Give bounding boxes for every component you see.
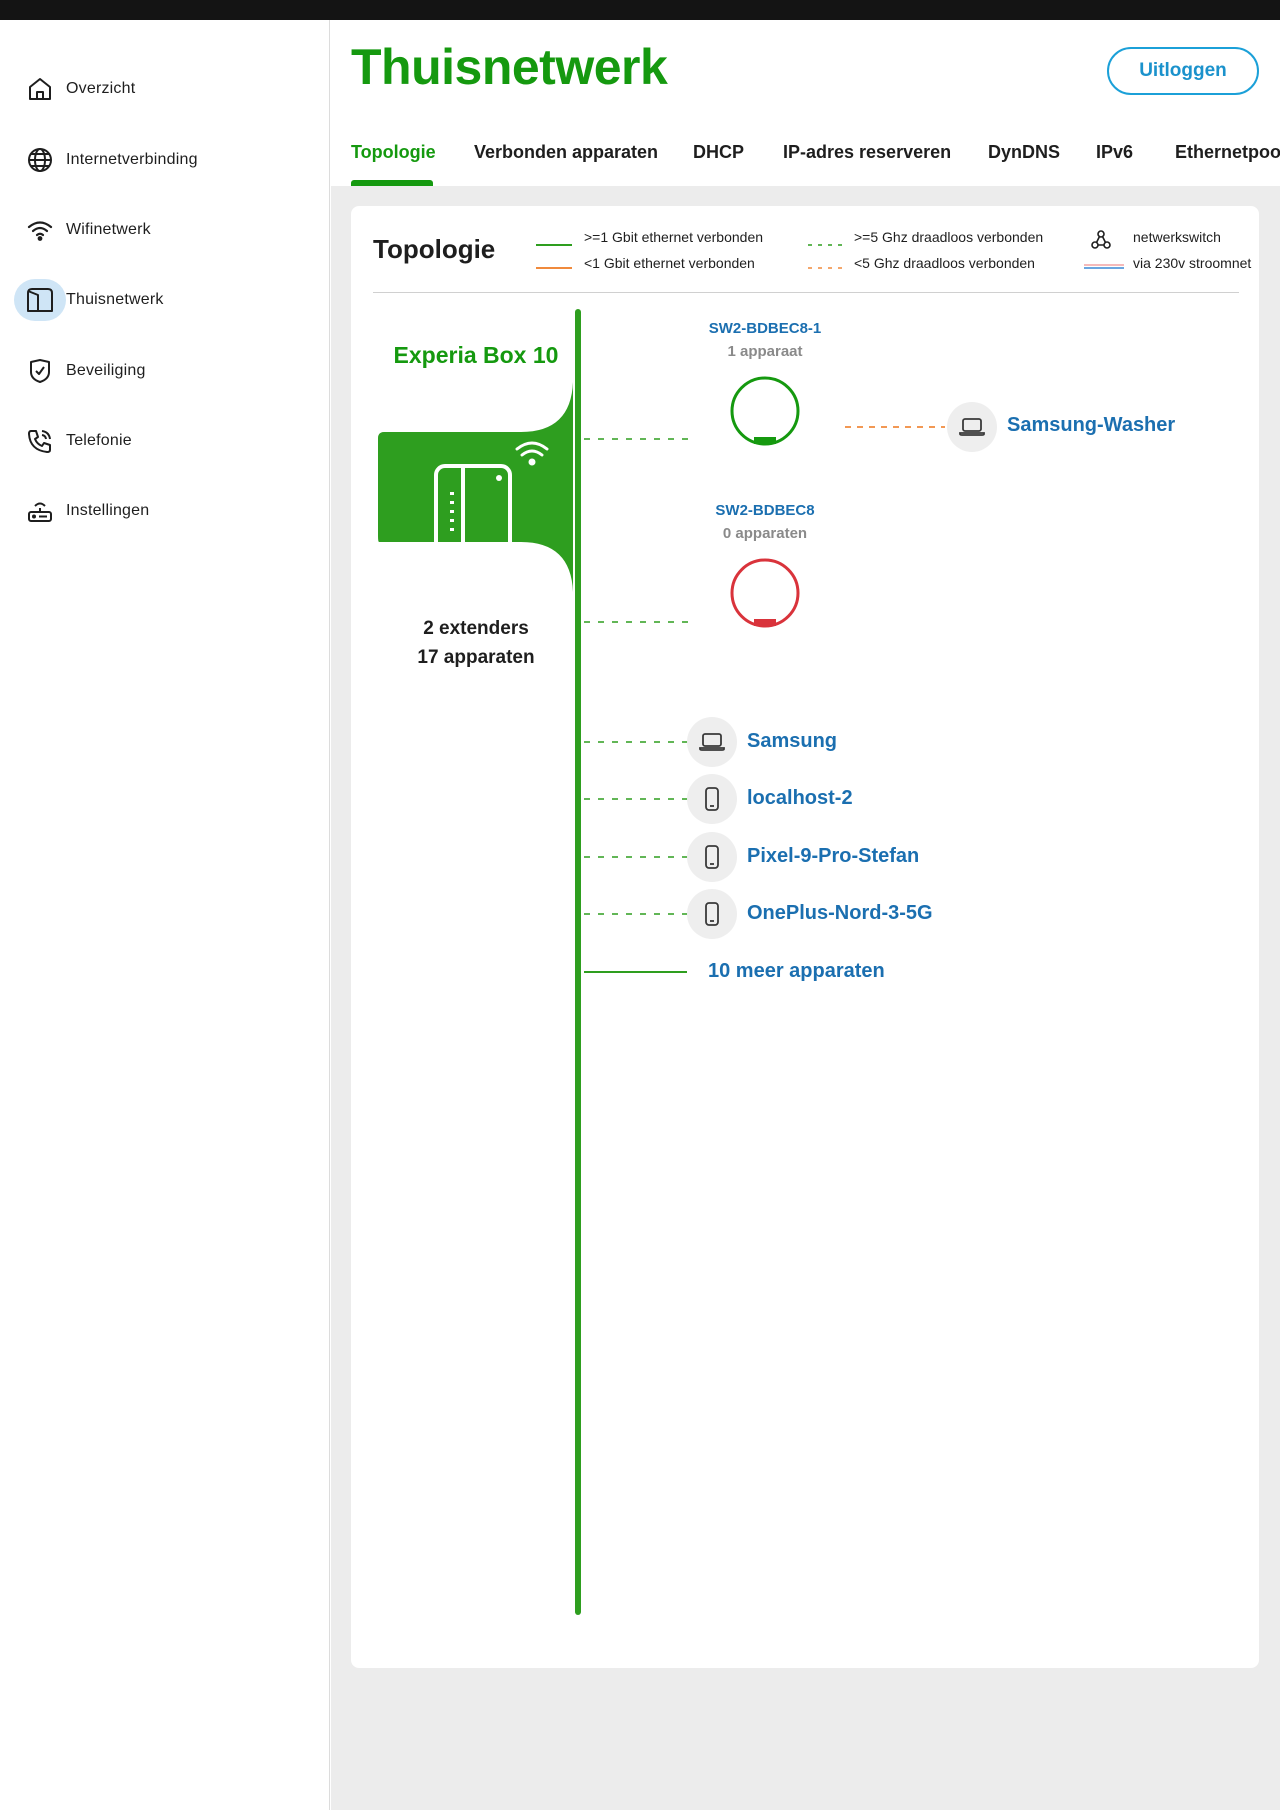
sidebar-item-label: Thuisnetwerk bbox=[66, 291, 164, 308]
extender-name[interactable]: SW2-BDBEC8-1 bbox=[665, 320, 865, 337]
tab-bar: Topologie Verbonden apparaten DHCP IP-ad… bbox=[331, 130, 1280, 186]
shield-icon bbox=[14, 350, 66, 392]
box-stats: 2 extenders 17 apparaten bbox=[351, 614, 601, 672]
phone-device-icon bbox=[687, 889, 737, 939]
phone-icon bbox=[14, 420, 66, 462]
topology-card: Topologie >=1 Gbit ethernet verbonden <1… bbox=[351, 206, 1259, 1668]
device-name[interactable]: Pixel-9-Pro-Stefan bbox=[747, 845, 919, 868]
sidebar-item-internetverbinding[interactable]: Internetverbinding bbox=[14, 139, 314, 181]
sidebar-item-label: Wifinetwerk bbox=[66, 221, 151, 238]
tab-ip-adres-reserveren[interactable]: IP-adres reserveren bbox=[783, 142, 951, 163]
extender-device-count: 1 apparaat bbox=[727, 343, 803, 360]
extender-name[interactable]: SW2-BDBEC8 bbox=[665, 502, 865, 519]
tab-verbonden-apparaten[interactable]: Verbonden apparaten bbox=[474, 142, 658, 163]
extender-online-icon bbox=[730, 376, 800, 446]
sidebar-item-instellingen[interactable]: Instellingen bbox=[14, 490, 314, 532]
sidebar-item-label: Internetverbinding bbox=[66, 151, 198, 168]
tab-topologie[interactable]: Topologie bbox=[351, 142, 436, 163]
device-name[interactable]: localhost-2 bbox=[747, 787, 853, 810]
experia-box-shape bbox=[378, 382, 573, 592]
tab-ipv6[interactable]: IPv6 bbox=[1096, 142, 1133, 163]
top-bar bbox=[0, 0, 1280, 20]
tab-dyndns[interactable]: DynDNS bbox=[988, 142, 1060, 163]
logout-button[interactable]: Uitloggen bbox=[1107, 47, 1259, 95]
sidebar-item-label: Telefonie bbox=[66, 432, 132, 449]
home-network-icon bbox=[14, 279, 66, 321]
extender-device-count: 0 apparaten bbox=[722, 525, 808, 542]
router-icon bbox=[14, 490, 66, 532]
device-name[interactable]: Samsung bbox=[747, 730, 837, 753]
sidebar-item-thuisnetwerk[interactable]: Thuisnetwerk bbox=[14, 279, 314, 321]
box-devices-count: 17 apparaten bbox=[417, 647, 535, 668]
sidebar-item-wifinetwerk[interactable]: Wifinetwerk bbox=[14, 209, 314, 251]
laptop-icon bbox=[947, 402, 997, 452]
sidebar-item-beveiliging[interactable]: Beveiliging bbox=[14, 350, 314, 392]
sidebar-item-overzicht[interactable]: Overzicht bbox=[14, 68, 314, 110]
tab-dhcp[interactable]: DHCP bbox=[693, 142, 744, 163]
globe-icon bbox=[14, 139, 66, 181]
sidebar: Overzicht Internetverbinding Wifinetwerk… bbox=[0, 20, 330, 1810]
device-name[interactable]: Samsung-Washer bbox=[1007, 414, 1175, 437]
box-extenders-count: 2 extenders bbox=[423, 618, 529, 639]
sidebar-item-label: Overzicht bbox=[66, 80, 136, 97]
box-name[interactable]: Experia Box 10 bbox=[351, 342, 601, 369]
tab-ethernetpoorten[interactable]: Ethernetpoorten bbox=[1175, 142, 1280, 163]
phone-device-icon bbox=[687, 832, 737, 882]
more-devices-link[interactable]: 10 meer apparaten bbox=[708, 960, 885, 983]
page-title: Thuisnetwerk bbox=[351, 39, 668, 95]
phone-device-icon bbox=[687, 774, 737, 824]
wifi-icon bbox=[14, 209, 66, 251]
sidebar-item-label: Beveiliging bbox=[66, 362, 146, 379]
laptop-icon bbox=[687, 717, 737, 767]
device-name[interactable]: OnePlus-Nord-3-5G bbox=[747, 902, 933, 925]
extender-offline-icon bbox=[730, 558, 800, 628]
sidebar-item-label: Instellingen bbox=[66, 502, 150, 519]
active-tab-indicator bbox=[351, 180, 433, 186]
home-icon bbox=[14, 68, 66, 110]
sidebar-item-telefonie[interactable]: Telefonie bbox=[14, 420, 314, 462]
